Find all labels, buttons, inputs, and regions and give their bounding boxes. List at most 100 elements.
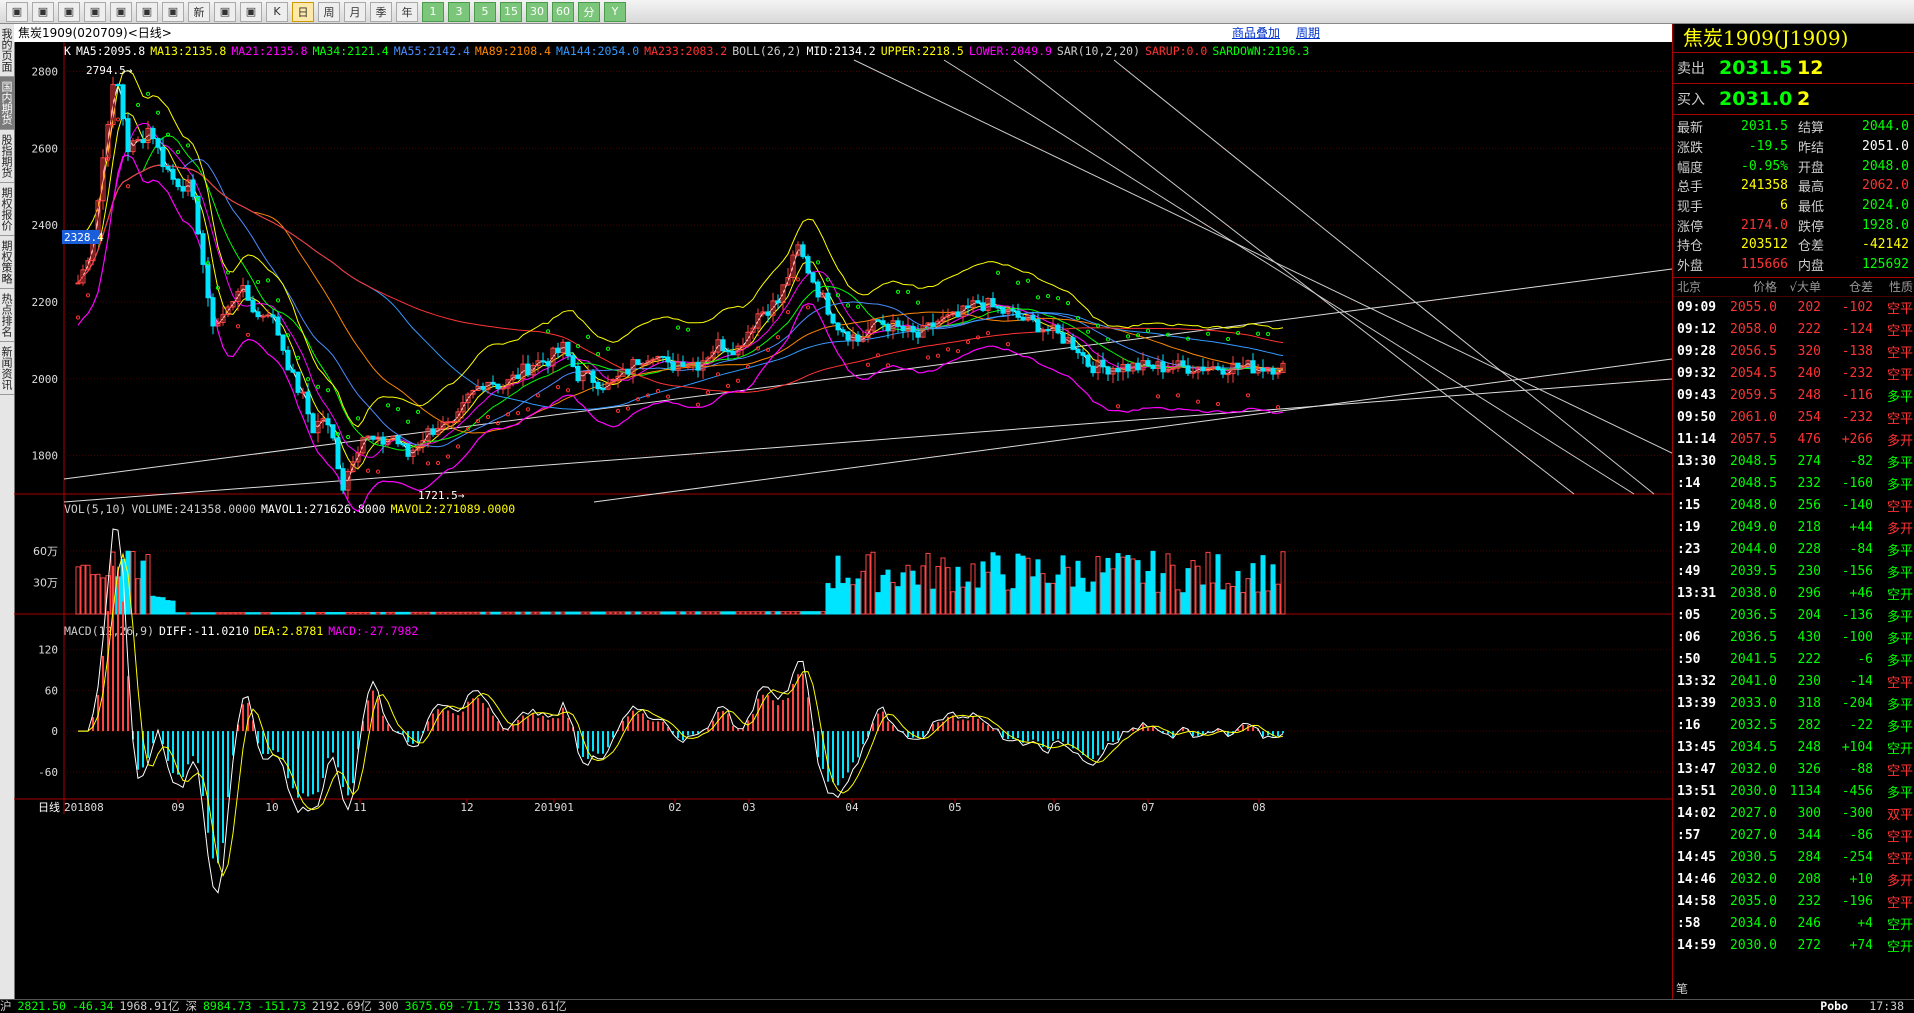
volume-bar bbox=[240, 612, 246, 615]
tick-footer-tab[interactable]: 笔 bbox=[1676, 980, 1688, 997]
toolbar-button-19[interactable]: 15 bbox=[500, 1, 522, 22]
volume-bar bbox=[1255, 591, 1261, 615]
toolbar-button-0[interactable]: ▣ bbox=[6, 1, 28, 22]
toolbar-button-16[interactable]: 1 bbox=[422, 1, 444, 22]
sar-dot bbox=[855, 304, 861, 309]
candle-body bbox=[680, 361, 686, 367]
volume-bar bbox=[765, 611, 771, 615]
tick-nature: 多平 bbox=[1886, 720, 1913, 735]
volume-bar bbox=[625, 611, 631, 615]
toolbar-button-2[interactable]: ▣ bbox=[58, 1, 80, 22]
toolbar-button-3[interactable]: ▣ bbox=[84, 1, 106, 22]
bid-row: 买入 2031.0 2 bbox=[1673, 84, 1914, 115]
sar-dot bbox=[175, 149, 181, 155]
index-quote: 3675.69 bbox=[404, 999, 454, 1013]
sidebar-tab-3[interactable]: 期权报价 bbox=[0, 183, 14, 236]
stat-key: 持仓 bbox=[1677, 239, 1704, 255]
toolbar-button-9[interactable]: ▣ bbox=[240, 1, 262, 22]
sar-dot bbox=[745, 364, 751, 369]
tick-row: 13:45 2034.5 248 +104 空开 bbox=[1673, 737, 1914, 759]
tick-row: :23 2044.0 228 -84 多平 bbox=[1673, 539, 1914, 561]
sidebar-tab-4[interactable]: 期权策略 bbox=[0, 236, 14, 289]
tick-header-cell: 性质 bbox=[1888, 280, 1913, 294]
toolbar-button-6[interactable]: ▣ bbox=[162, 1, 184, 22]
macd-tick-label: 0 bbox=[51, 725, 58, 738]
sidebar-tab-0[interactable]: 我的页面 bbox=[0, 24, 14, 77]
sar-dot bbox=[515, 410, 521, 416]
tick-time: :23 bbox=[1677, 542, 1701, 557]
sar-dot bbox=[345, 434, 351, 440]
sidebar-tab-2[interactable]: 股指期货 bbox=[0, 130, 14, 183]
volume-bar bbox=[895, 586, 901, 615]
candlestick-chart[interactable]: 2800 2600 2400 2200 2000 1800 120 60 0 -60 60万 30万 2… bbox=[14, 24, 1672, 999]
volume-bar bbox=[805, 611, 811, 615]
stat-key: 跌停 bbox=[1798, 219, 1825, 235]
tick-price: 2058.0 bbox=[1730, 322, 1777, 337]
toolbar-button-1[interactable]: ▣ bbox=[32, 1, 54, 22]
toolbar-button-13[interactable]: 月 bbox=[344, 1, 366, 22]
candle-body bbox=[1085, 354, 1091, 367]
candle-body bbox=[1145, 360, 1151, 366]
tick-oi-change: -84 bbox=[1849, 542, 1873, 557]
stat-row: 最新 2031.5 结算 2044.0 bbox=[1673, 117, 1914, 137]
volume-bar bbox=[730, 611, 736, 615]
sidebar-tab-6[interactable]: 新闻资讯 bbox=[0, 342, 14, 395]
toolbar-button-5[interactable]: ▣ bbox=[136, 1, 158, 22]
sar-dot bbox=[455, 444, 461, 449]
bid-price: 2031.0 bbox=[1719, 88, 1793, 110]
tick-row: 13:31 2038.0 296 +46 空开 bbox=[1673, 583, 1914, 605]
tick-oi-change: -254 bbox=[1841, 850, 1873, 865]
tick-oi-change: +104 bbox=[1841, 740, 1873, 755]
sar-dot bbox=[985, 331, 991, 336]
toolbar-button-10[interactable]: K bbox=[266, 1, 288, 22]
toolbar-button-22[interactable]: 分 bbox=[578, 1, 600, 22]
volume-bar bbox=[345, 611, 351, 615]
tick-nature: 多平 bbox=[1886, 456, 1913, 471]
volume-bar bbox=[785, 611, 791, 615]
volume-bar bbox=[525, 611, 531, 615]
volume-bar bbox=[145, 554, 151, 615]
toolbar-button-4[interactable]: ▣ bbox=[110, 1, 132, 22]
tick-time: 09:12 bbox=[1677, 322, 1717, 337]
sidebar-tab-5[interactable]: 热点排名 bbox=[0, 289, 14, 342]
toolbar-button-7[interactable]: 新 bbox=[188, 1, 210, 22]
x-tick-label: 201808 bbox=[64, 801, 104, 814]
volume-bar bbox=[220, 612, 226, 615]
sar-dot bbox=[145, 91, 151, 96]
tick-oi-change: -14 bbox=[1849, 674, 1873, 689]
tick-nature: 多开 bbox=[1886, 434, 1913, 449]
toolbar-button-15[interactable]: 年 bbox=[396, 1, 418, 22]
toolbar-button-8[interactable]: ▣ bbox=[214, 1, 236, 22]
sar-dot bbox=[495, 421, 501, 426]
volume-bar bbox=[480, 611, 486, 615]
candle-body bbox=[290, 369, 296, 373]
sar-dot bbox=[535, 393, 541, 398]
volume-bar bbox=[310, 612, 316, 615]
toolbar-button-12[interactable]: 周 bbox=[318, 1, 340, 22]
tick-oi-change: +74 bbox=[1849, 938, 1873, 953]
tick-row: 14:45 2030.5 284 -254 空平 bbox=[1673, 847, 1914, 869]
ask-price: 2031.5 bbox=[1719, 57, 1793, 79]
candle-body bbox=[855, 334, 861, 342]
toolbar-button-23[interactable]: Y bbox=[604, 1, 626, 22]
volume-bar bbox=[250, 612, 256, 615]
volume-bar bbox=[675, 611, 681, 615]
volume-bar bbox=[710, 611, 716, 615]
tick-row: 13:39 2033.0 318 -204 多平 bbox=[1673, 693, 1914, 715]
volume-bar bbox=[815, 611, 821, 615]
volume-bar bbox=[905, 564, 911, 615]
sar-dot bbox=[995, 270, 1001, 275]
volume-bar bbox=[585, 611, 591, 615]
volume-bar bbox=[160, 597, 166, 615]
sar-dot bbox=[295, 355, 301, 360]
toolbar-button-20[interactable]: 30 bbox=[526, 1, 548, 22]
candle-body bbox=[1220, 368, 1226, 375]
toolbar-button-18[interactable]: 5 bbox=[474, 1, 496, 22]
toolbar-button-11[interactable]: 日 bbox=[292, 1, 314, 22]
toolbar-button-14[interactable]: 季 bbox=[370, 1, 392, 22]
toolbar-button-21[interactable]: 60 bbox=[552, 1, 574, 22]
tick-nature: 空开 bbox=[1886, 742, 1913, 757]
toolbar-button-17[interactable]: 3 bbox=[448, 1, 470, 22]
tick-list[interactable]: 09:09 2055.0 202 -102 空平 09:12 2058.0 222 -124 空平… bbox=[1673, 297, 1914, 957]
sidebar-tab-1[interactable]: 国内期货 bbox=[0, 77, 14, 130]
